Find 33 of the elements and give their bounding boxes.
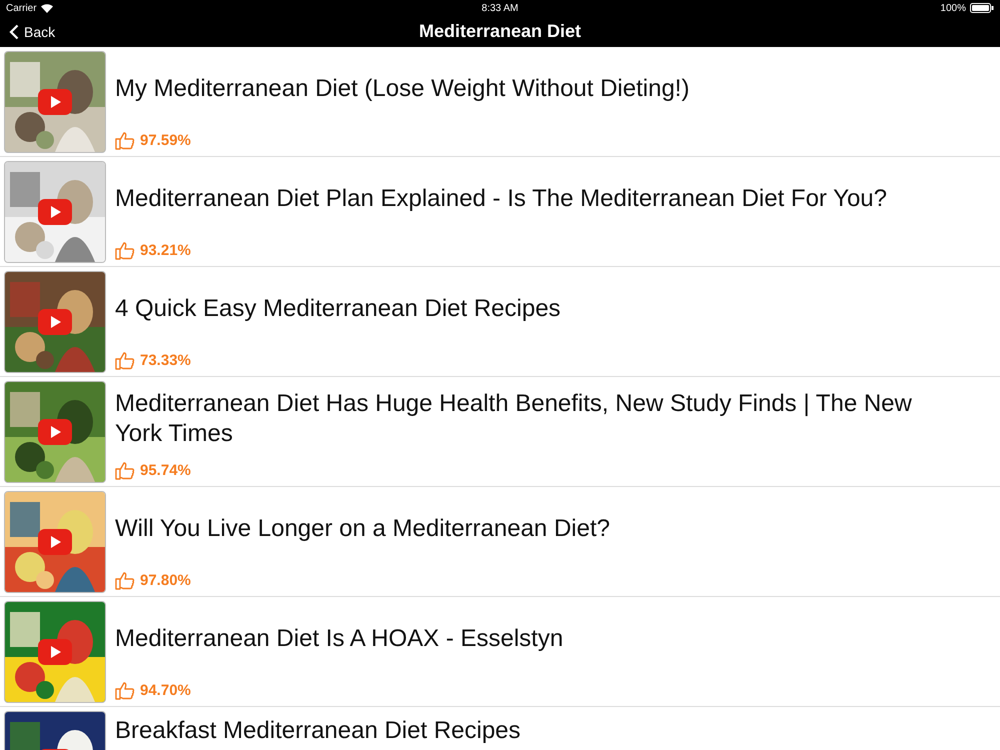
play-icon[interactable] (38, 419, 72, 445)
thumbs-up-icon (115, 680, 135, 700)
clock-time: 8:33 AM (482, 2, 518, 14)
play-icon[interactable] (38, 639, 72, 665)
video-title[interactable]: Mediterranean Diet Plan Explained - Is The Mediterranean Diet For You? (115, 184, 887, 214)
video-title[interactable]: Mediterranean Diet Is A HOAX - Esselstyn (115, 624, 564, 654)
carrier-label: Carrier (6, 2, 37, 14)
thumbs-up-icon (115, 240, 135, 260)
wifi-icon (40, 4, 53, 12)
video-title[interactable]: Breakfast Mediterranean Diet Recipes (115, 717, 521, 745)
video-title[interactable]: Will You Live Longer on a Mediterranean Diet? (115, 514, 610, 544)
thumbs-up-icon (115, 460, 135, 480)
thumbs-up-icon (115, 570, 135, 590)
rating-percentage: 94.70% (140, 682, 191, 698)
back-button[interactable]: Back (9, 24, 56, 40)
video-title[interactable]: Mediterranean Diet Has Huge Health Benefits, New Study Finds | The New York Times (115, 388, 940, 448)
video-title[interactable]: 4 Quick Easy Mediterranean Diet Recipes (115, 294, 561, 324)
battery-icon (970, 3, 994, 13)
play-icon[interactable] (38, 89, 72, 115)
rating-percentage: 73.33% (140, 352, 191, 368)
video-title[interactable]: My Mediterranean Diet (Lose Weight Without Dieting!) (115, 74, 690, 104)
rating-percentage: 97.80% (140, 572, 191, 588)
screen-title: Mediterranean Diet (418, 21, 582, 41)
back-chevron-icon (9, 24, 19, 40)
rating-percentage: 95.74% (140, 462, 191, 478)
thumbs-up-icon (115, 130, 135, 150)
play-icon[interactable] (38, 199, 72, 225)
thumbs-up-icon (115, 350, 135, 370)
rating-percentage: 97.59% (140, 132, 191, 148)
battery-percentage: 100% (940, 2, 966, 14)
play-icon[interactable] (38, 309, 72, 335)
play-icon[interactable] (38, 529, 72, 555)
rating-percentage: 93.21% (140, 242, 191, 258)
